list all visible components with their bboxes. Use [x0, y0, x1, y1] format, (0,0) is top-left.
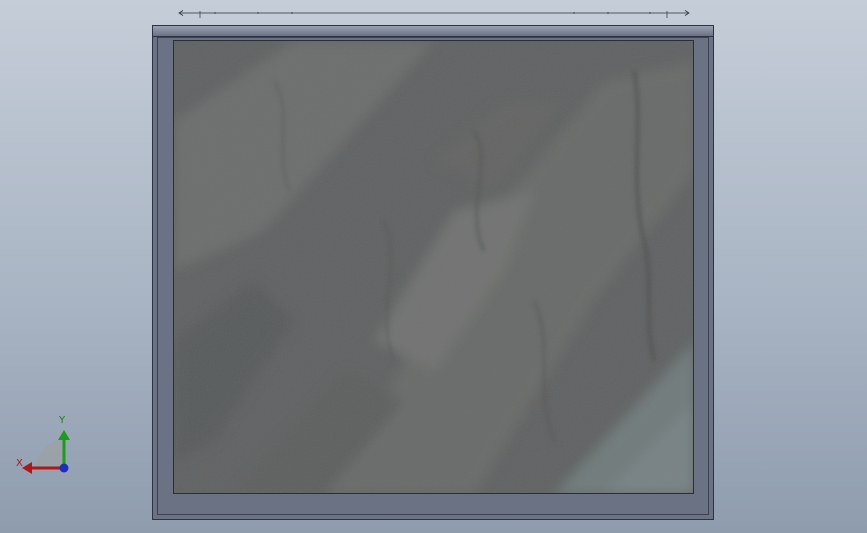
stone-texture	[174, 41, 693, 493]
graphics-viewport[interactable]: Y X	[0, 0, 867, 533]
triad-y-label: Y	[59, 415, 66, 426]
stone-panel[interactable]	[173, 40, 694, 494]
triad-x-label: X	[16, 458, 23, 469]
dimension-rail	[178, 10, 690, 18]
z-axis-icon	[59, 463, 69, 473]
frame-top-lip[interactable]	[152, 25, 714, 37]
triad-plane-icon	[36, 440, 64, 468]
